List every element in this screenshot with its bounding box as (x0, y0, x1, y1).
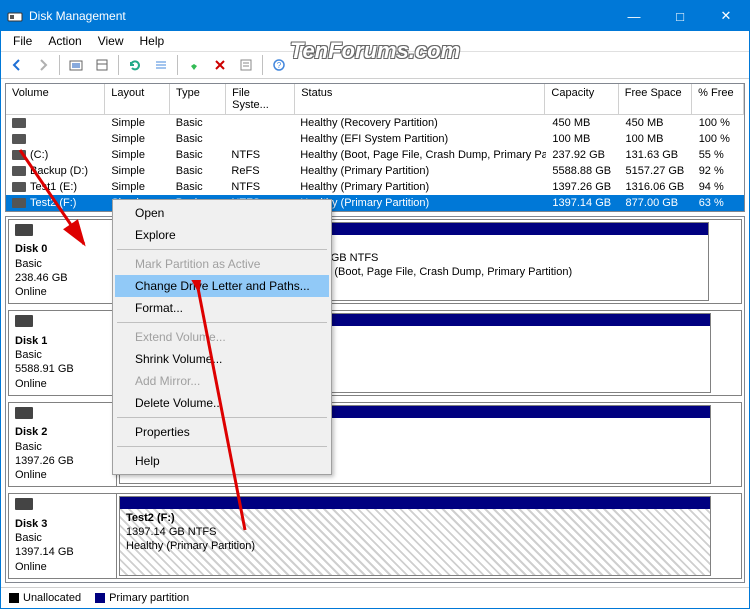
legend-primary: Primary partition (95, 592, 189, 604)
help-icon[interactable]: ? (267, 53, 291, 77)
svg-text:?: ? (277, 61, 282, 70)
menu-file[interactable]: File (5, 32, 40, 50)
volume-list-header: Volume Layout Type File Syste... Status … (6, 84, 744, 115)
partition[interactable]: (C:)237.92 GB NTFSHealthy (Boot, Page Fi… (287, 222, 709, 301)
menu-separator (117, 417, 327, 418)
volume-row[interactable]: (C:)SimpleBasicNTFSHealthy (Boot, Page F… (6, 147, 744, 163)
menu-item-change-drive-letter-and-paths[interactable]: Change Drive Letter and Paths... (115, 275, 329, 297)
menubar: File Action View Help (1, 31, 749, 52)
menu-item-add-mirror: Add Mirror... (115, 370, 329, 392)
disk-icon (15, 407, 33, 419)
col-freespace[interactable]: Free Space (619, 84, 692, 114)
volume-row[interactable]: Backup (D:)SimpleBasicReFSHealthy (Prima… (6, 163, 744, 179)
disk-partitions: Test2 (F:)1397.14 GB NTFSHealthy (Primar… (117, 494, 741, 577)
show-icon[interactable] (90, 53, 114, 77)
col-layout[interactable]: Layout (105, 84, 170, 114)
refresh-icon[interactable] (123, 53, 147, 77)
action-icon[interactable] (182, 53, 206, 77)
menu-item-properties[interactable]: Properties (115, 421, 329, 443)
list-icon[interactable] (149, 53, 173, 77)
disk-info: Disk 0Basic238.46 GBOnline (9, 220, 117, 303)
up-icon[interactable] (64, 53, 88, 77)
menu-item-extend-volume: Extend Volume... (115, 326, 329, 348)
menu-action[interactable]: Action (40, 32, 89, 50)
disk-info: Disk 1Basic5588.91 GBOnline (9, 311, 117, 394)
partition-bar (288, 223, 708, 235)
legend: Unallocated Primary partition (1, 587, 749, 608)
col-filesystem[interactable]: File Syste... (226, 84, 295, 114)
volume-row[interactable]: SimpleBasicHealthy (Recovery Partition)4… (6, 115, 744, 131)
menu-separator (117, 249, 327, 250)
window-title: Disk Management (29, 9, 611, 23)
disk-icon (15, 315, 33, 327)
menu-item-open[interactable]: Open (115, 202, 329, 224)
col-capacity[interactable]: Capacity (545, 84, 618, 114)
context-menu: OpenExplore Mark Partition as ActiveChang… (112, 199, 332, 475)
volume-icon (12, 182, 26, 192)
disk-icon (15, 498, 33, 510)
legend-unallocated: Unallocated (9, 592, 81, 604)
properties-icon[interactable] (234, 53, 258, 77)
disk-info: Disk 2Basic1397.26 GBOnline (9, 403, 117, 486)
volume-icon (12, 134, 26, 144)
menu-item-delete-volume[interactable]: Delete Volume... (115, 392, 329, 414)
col-status[interactable]: Status (295, 84, 545, 114)
col-type[interactable]: Type (170, 84, 226, 114)
menu-item-format[interactable]: Format... (115, 297, 329, 319)
forward-icon[interactable] (31, 53, 55, 77)
disk-icon (15, 224, 33, 236)
back-icon[interactable] (5, 53, 29, 77)
delete-icon[interactable] (208, 53, 232, 77)
volume-row[interactable]: Test1 (E:)SimpleBasicNTFSHealthy (Primar… (6, 179, 744, 195)
titlebar: Disk Management — □ ✕ (1, 1, 749, 31)
volume-icon (12, 150, 26, 160)
col-volume[interactable]: Volume (6, 84, 105, 114)
disk-info: Disk 3Basic1397.14 GBOnline (9, 494, 117, 577)
close-button[interactable]: ✕ (703, 1, 749, 31)
toolbar: ? (1, 52, 749, 79)
disk-row[interactable]: Disk 3Basic1397.14 GBOnlineTest2 (F:)139… (8, 493, 742, 578)
minimize-button[interactable]: — (611, 1, 657, 31)
app-icon (7, 8, 23, 24)
window-buttons: — □ ✕ (611, 1, 749, 31)
menu-separator (117, 322, 327, 323)
menu-view[interactable]: View (90, 32, 132, 50)
volume-icon (12, 198, 26, 208)
volume-list[interactable]: Volume Layout Type File Syste... Status … (5, 83, 745, 212)
menu-separator (117, 446, 327, 447)
partition[interactable]: Test2 (F:)1397.14 GB NTFSHealthy (Primar… (119, 496, 711, 575)
menu-item-shrink-volume[interactable]: Shrink Volume... (115, 348, 329, 370)
volume-icon (12, 166, 26, 176)
maximize-button[interactable]: □ (657, 1, 703, 31)
menu-item-help[interactable]: Help (115, 450, 329, 472)
volume-row[interactable]: SimpleBasicHealthy (EFI System Partition… (6, 131, 744, 147)
partition-bar (120, 497, 710, 509)
volume-icon (12, 118, 26, 128)
menu-help[interactable]: Help (132, 32, 173, 50)
menu-item-mark-partition-as-active: Mark Partition as Active (115, 253, 329, 275)
menu-item-explore[interactable]: Explore (115, 224, 329, 246)
col-pctfree[interactable]: % Free (692, 84, 744, 114)
